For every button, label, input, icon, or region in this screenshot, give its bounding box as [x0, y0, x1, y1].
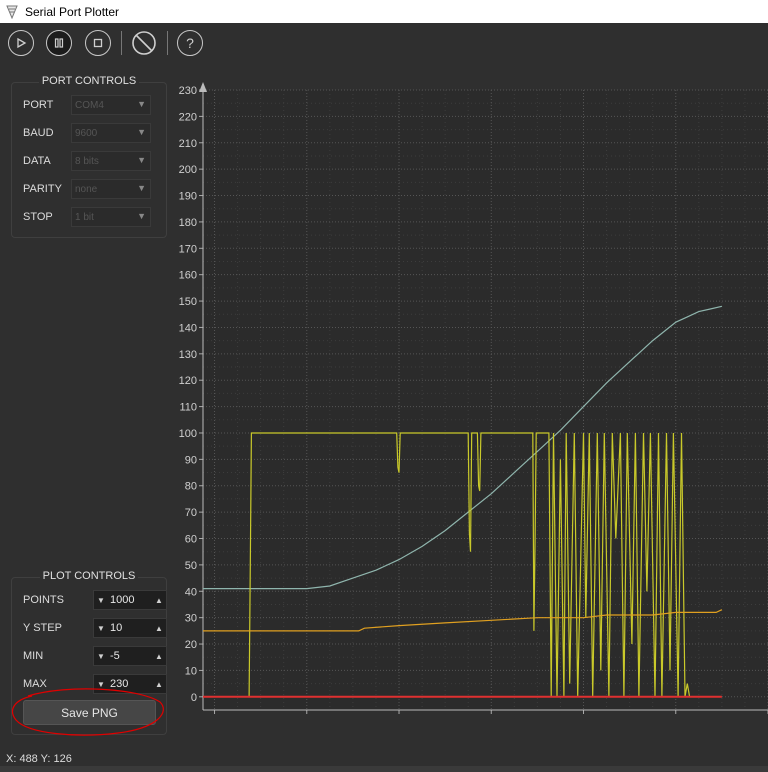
- y-tick-label: 140: [179, 322, 197, 334]
- stop-button[interactable]: [85, 30, 111, 56]
- data-label: DATA: [23, 155, 51, 167]
- y-tick-label: 110: [179, 402, 197, 414]
- play-button[interactable]: [8, 30, 34, 56]
- port-label: PORT: [23, 99, 54, 111]
- port-controls-title: PORT CONTROLS: [38, 75, 140, 87]
- port-row: PORT COM4 ▼: [23, 95, 151, 115]
- y-tick-label: 130: [179, 349, 197, 361]
- y-tick-label: 210: [179, 138, 197, 150]
- points-value: 1000: [110, 594, 135, 606]
- y-tick-label: 70: [185, 507, 197, 519]
- help-icon: ?: [186, 35, 194, 51]
- chevron-down-icon: ▼: [137, 183, 146, 193]
- stop-bits-select[interactable]: 1 bit ▼: [71, 207, 151, 227]
- clear-button[interactable]: [131, 30, 157, 56]
- cursor-coords: X: 488 Y: 126: [6, 753, 72, 765]
- parity-value: none: [75, 183, 98, 195]
- y-tick-label: 220: [179, 111, 197, 123]
- plot-background: [203, 90, 768, 710]
- toolbar-separator: [121, 31, 122, 55]
- baud-select[interactable]: 9600 ▼: [71, 123, 151, 143]
- baud-value: 9600: [75, 127, 98, 139]
- y-tick-label: 50: [185, 560, 197, 572]
- y-tick-label: 170: [179, 243, 197, 255]
- highlight-circle: [11, 688, 164, 736]
- no-symbol-icon: [132, 31, 156, 55]
- stop-row: STOP 1 bit ▼: [23, 207, 151, 227]
- y-tick-label: 60: [185, 534, 197, 546]
- toolbar: ?: [0, 23, 768, 63]
- ystep-value: 10: [110, 622, 123, 634]
- status-border: [0, 766, 768, 772]
- y-tick-label: 0: [191, 692, 197, 704]
- points-label: POINTS: [23, 594, 64, 606]
- port-value: COM4: [75, 99, 104, 111]
- toolbar-separator: [167, 31, 168, 55]
- data-bits-value: 8 bits: [75, 155, 99, 167]
- min-label: MIN: [23, 650, 44, 662]
- plot-controls-title: PLOT CONTROLS: [39, 570, 139, 582]
- y-tick-label: 30: [185, 613, 197, 625]
- window-title: Serial Port Plotter: [25, 4, 120, 19]
- parity-label: PARITY: [23, 183, 62, 195]
- baud-row: BAUD 9600 ▼: [23, 123, 151, 143]
- pause-button[interactable]: [46, 30, 72, 56]
- ystep-label: Y STEP: [23, 622, 62, 634]
- y-tick-label: 230: [179, 85, 197, 97]
- data-row: DATA 8 bits ▼: [23, 151, 151, 171]
- pause-icon: [54, 38, 64, 48]
- min-spinbox[interactable]: ▼ -5 ▲: [93, 646, 167, 666]
- data-bits-select[interactable]: 8 bits ▼: [71, 151, 151, 171]
- points-row: POINTS ▼ 1000 ▲: [23, 590, 167, 610]
- ystep-spinbox[interactable]: ▼ 10 ▲: [93, 618, 167, 638]
- y-tick-label: 100: [179, 428, 197, 440]
- y-tick-label: 10: [185, 665, 197, 677]
- y-tick-label: 90: [185, 454, 197, 466]
- chevron-down-icon: ▼: [137, 155, 146, 165]
- parity-row: PARITY none ▼: [23, 179, 151, 199]
- ystep-row: Y STEP ▼ 10 ▲: [23, 618, 167, 638]
- chevron-down-icon: ▼: [137, 127, 146, 137]
- title-bar: Serial Port Plotter: [0, 0, 768, 23]
- y-tick-label: 160: [179, 270, 197, 282]
- min-value: -5: [110, 650, 120, 662]
- y-axis-arrow: [199, 82, 207, 92]
- parity-select[interactable]: none ▼: [71, 179, 151, 199]
- help-button[interactable]: ?: [177, 30, 203, 56]
- y-tick-label: 20: [185, 639, 197, 651]
- y-tick-label: 150: [179, 296, 197, 308]
- y-tick-label: 200: [179, 164, 197, 176]
- stop-bits-value: 1 bit: [75, 211, 94, 223]
- decrement-icon[interactable]: ▼: [94, 624, 108, 633]
- decrement-icon[interactable]: ▼: [94, 596, 108, 605]
- y-tick-label: 80: [185, 481, 197, 493]
- port-controls-group: PORT CONTROLS PORT COM4 ▼ BAUD 9600 ▼ DATA…: [11, 75, 167, 238]
- y-tick-label: 40: [185, 586, 197, 598]
- points-spinbox[interactable]: ▼ 1000 ▲: [93, 590, 167, 610]
- y-tick-label: 120: [179, 375, 197, 387]
- min-row: MIN ▼ -5 ▲: [23, 646, 167, 666]
- baud-label: BAUD: [23, 127, 54, 139]
- app-icon: [6, 5, 18, 19]
- increment-icon[interactable]: ▲: [152, 596, 166, 605]
- chevron-down-icon: ▼: [137, 99, 146, 109]
- stop-icon: [93, 38, 103, 48]
- stop-label: STOP: [23, 211, 53, 223]
- decrement-icon[interactable]: ▼: [94, 652, 108, 661]
- chevron-down-icon: ▼: [137, 211, 146, 221]
- plot-area[interactable]: 0 10 20 30 40 50 60 70 80 90 100 110 120 130 140 150 160…: [170, 78, 768, 718]
- increment-icon[interactable]: ▲: [152, 624, 166, 633]
- increment-icon[interactable]: ▲: [152, 652, 166, 661]
- play-icon: [17, 37, 27, 49]
- port-select[interactable]: COM4 ▼: [71, 95, 151, 115]
- y-tick-label: 180: [179, 217, 197, 229]
- y-tick-label: 190: [179, 191, 197, 203]
